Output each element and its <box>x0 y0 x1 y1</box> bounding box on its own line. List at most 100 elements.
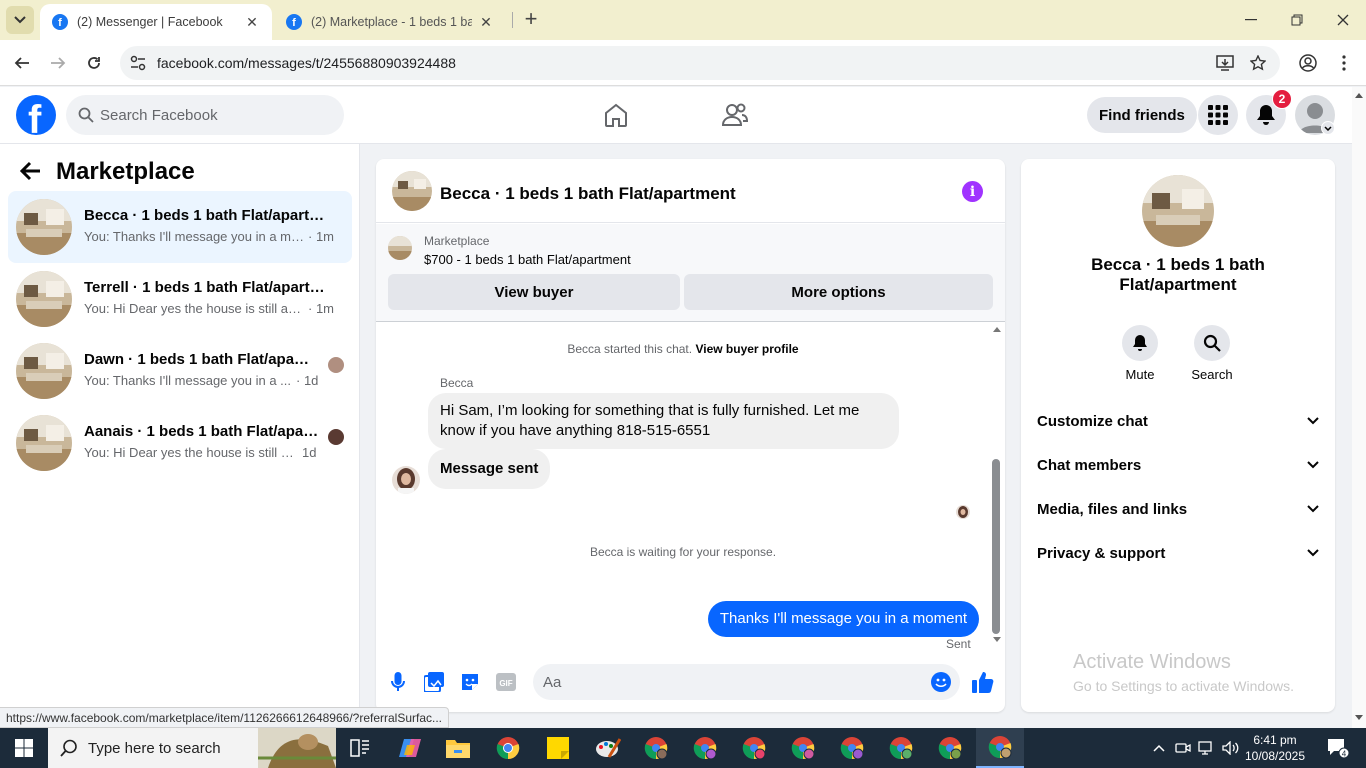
chrome-profile-app[interactable] <box>730 728 778 768</box>
section-label: Chat members <box>1037 456 1142 474</box>
restore-button[interactable] <box>1274 0 1320 40</box>
facebook-header: f Find friends <box>0 87 1352 144</box>
sticky-notes-app[interactable] <box>534 728 582 768</box>
facebook-logo-icon[interactable]: f <box>16 95 56 135</box>
chat-avatar[interactable] <box>392 171 432 211</box>
address-bar[interactable]: facebook.com/messages/t/2455688090392448… <box>120 46 1280 80</box>
tab-close-icon[interactable]: ✕ <box>478 14 494 31</box>
page-title: Marketplace <box>56 158 195 185</box>
scroll-up-icon[interactable] <box>1354 91 1364 99</box>
conversation-item[interactable]: Aanais · 1 beds 1 bath Flat/apart... You… <box>8 407 352 479</box>
chrome-profile-app-active[interactable] <box>976 728 1024 768</box>
bookmark-star-icon[interactable] <box>1250 55 1266 71</box>
chat-title[interactable]: Becca · 1 beds 1 bath Flat/apartment <box>440 184 736 204</box>
chrome-profile-app[interactable] <box>632 728 680 768</box>
install-app-icon[interactable] <box>1216 55 1234 71</box>
incoming-message-bubble[interactable]: Hi Sam, I’m looking for something that i… <box>428 393 899 449</box>
media-files-links-section[interactable]: Media, files and links <box>1021 487 1335 531</box>
scroll-up-icon[interactable] <box>992 325 1002 333</box>
chrome-profile-app[interactable] <box>779 728 827 768</box>
attach-photo-button[interactable] <box>422 670 446 694</box>
system-clock[interactable]: 6:41 pm 10/08/2025 <box>1240 732 1310 764</box>
tab-separator <box>512 12 513 28</box>
meet-now-tray[interactable] <box>1172 728 1194 768</box>
tab-marketplace[interactable]: f (2) Marketplace - 1 beds 1 bath Flat/a… <box>274 4 506 40</box>
incoming-message-bubble[interactable]: Message sent <box>428 449 551 489</box>
emoji-icon[interactable] <box>931 672 951 692</box>
notification-center-button[interactable]: 4 <box>1320 728 1356 768</box>
conversation-item[interactable]: Terrell · 1 beds 1 bath Flat/apartment Y… <box>8 263 352 335</box>
details-avatar[interactable] <box>1142 175 1214 247</box>
page-scrollbar[interactable] <box>1352 87 1366 728</box>
minimize-icon <box>1245 19 1257 21</box>
task-view-button[interactable] <box>336 728 384 768</box>
taskbar-search-box[interactable] <box>48 728 336 768</box>
chrome-profile-app[interactable] <box>681 728 729 768</box>
sticker-button[interactable] <box>458 670 482 694</box>
more-vertical-icon <box>1342 55 1346 71</box>
outgoing-message-bubble[interactable]: Thanks I'll message you in a moment <box>707 601 979 637</box>
back-button[interactable] <box>10 51 34 75</box>
taskbar-search-input[interactable] <box>88 739 258 757</box>
menu-button[interactable] <box>1198 95 1238 135</box>
forward-button[interactable] <box>46 51 70 75</box>
listing-price[interactable]: $700 - 1 beds 1 bath Flat/apartment <box>424 252 631 267</box>
like-button[interactable] <box>971 670 995 694</box>
reload-button[interactable] <box>82 51 106 75</box>
chat-details-panel: Becca · 1 beds 1 bath Flat/apartment Mut… <box>1021 159 1335 712</box>
back-arrow-button[interactable] <box>19 161 44 185</box>
file-explorer-app[interactable] <box>434 728 482 768</box>
chrome-profile-app[interactable] <box>926 728 974 768</box>
tab-close-icon[interactable]: ✕ <box>244 14 260 31</box>
mute-button[interactable]: Mute <box>1110 325 1170 382</box>
find-friends-button[interactable]: Find friends <box>1087 97 1197 133</box>
tab-title: (2) Messenger | Facebook <box>77 15 223 29</box>
voice-clip-button[interactable] <box>386 670 410 694</box>
new-tab-button[interactable]: + <box>519 8 543 32</box>
browser-menu-button[interactable] <box>1332 51 1356 75</box>
tab-messenger[interactable]: f (2) Messenger | Facebook ✕ <box>40 4 272 40</box>
customize-chat-section[interactable]: Customize chat <box>1021 399 1335 443</box>
chevron-down-icon <box>1307 461 1319 469</box>
buyer-avatar[interactable] <box>392 466 420 494</box>
friends-nav-button[interactable] <box>721 101 749 129</box>
facebook-search-box[interactable] <box>66 95 344 135</box>
search-in-chat-button[interactable]: Search <box>1182 325 1242 382</box>
copilot-app[interactable] <box>386 728 434 768</box>
chrome-profile-app[interactable] <box>828 728 876 768</box>
view-buyer-button[interactable]: View buyer <box>388 274 680 310</box>
conversation-item[interactable]: Dawn · 1 beds 1 bath Flat/apart... You: … <box>8 335 352 407</box>
scroll-down-icon[interactable] <box>1354 714 1364 722</box>
scroll-down-icon[interactable] <box>992 636 1002 644</box>
account-caret[interactable] <box>1321 121 1335 135</box>
paint-app[interactable] <box>584 728 632 768</box>
conversation-title: Becca · 1 beds 1 bath Flat/apartment <box>84 207 332 224</box>
tab-search-button[interactable] <box>6 6 34 34</box>
info-icon[interactable]: i <box>962 181 983 202</box>
sender-name: Becca <box>440 376 474 390</box>
gif-icon: GIF <box>496 673 516 691</box>
message-input-box[interactable] <box>533 664 960 700</box>
show-hidden-icons-button[interactable] <box>1148 728 1170 768</box>
home-nav-button[interactable] <box>602 101 630 129</box>
chrome-profile-app[interactable] <box>877 728 925 768</box>
more-options-button[interactable]: More options <box>684 274 993 310</box>
view-buyer-profile-link[interactable]: View buyer profile <box>695 342 798 356</box>
facebook-search-input[interactable] <box>100 106 320 124</box>
minimize-button[interactable] <box>1228 0 1274 40</box>
scrollbar-thumb[interactable] <box>992 459 1000 634</box>
volume-tray[interactable] <box>1220 728 1242 768</box>
network-tray[interactable] <box>1196 728 1218 768</box>
start-button[interactable] <box>0 728 48 768</box>
browser-profile-button[interactable] <box>1296 51 1320 75</box>
message-composer: GIF <box>376 656 1005 712</box>
chat-members-section[interactable]: Chat members <box>1021 443 1335 487</box>
message-input[interactable] <box>543 673 903 691</box>
gif-button[interactable]: GIF <box>494 670 518 694</box>
privacy-support-section[interactable]: Privacy & support <box>1021 531 1335 575</box>
friends-icon <box>721 103 749 126</box>
chrome-app[interactable] <box>484 728 532 768</box>
close-window-button[interactable] <box>1320 0 1366 40</box>
site-info-icon[interactable] <box>129 55 147 71</box>
conversation-item[interactable]: Becca · 1 beds 1 bath Flat/apartment You… <box>8 191 352 263</box>
